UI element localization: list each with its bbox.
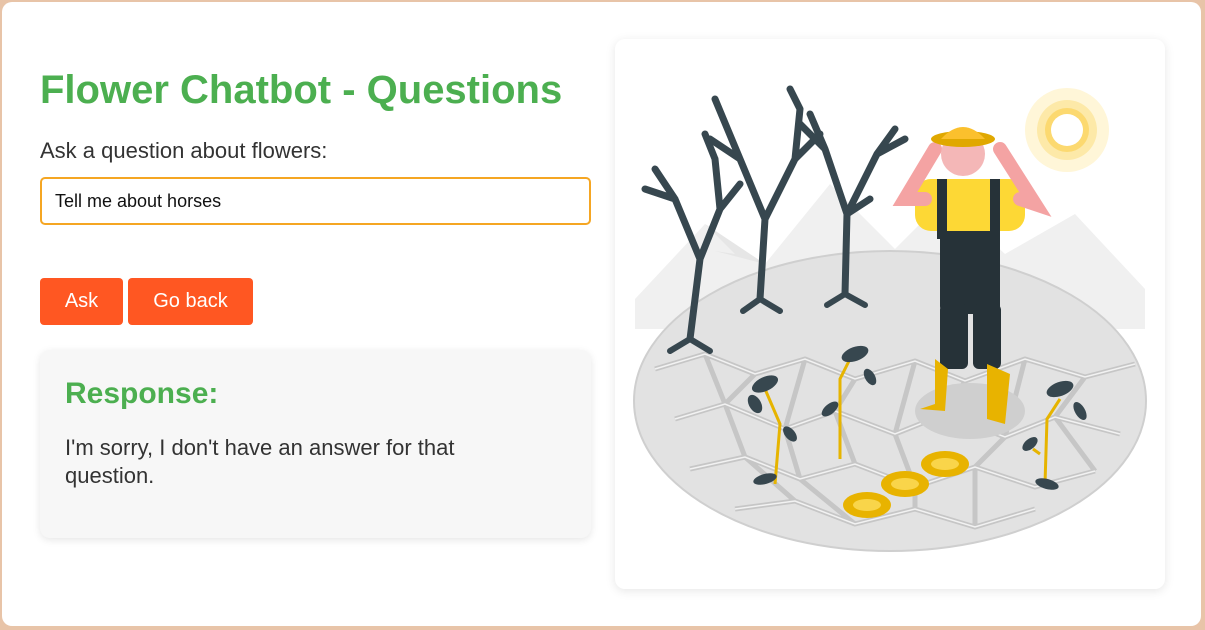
drought-illustration [615, 39, 1165, 589]
question-label: Ask a question about flowers: [40, 138, 328, 163]
ask-button[interactable]: Ask [40, 278, 123, 325]
main-card: Flower Chatbot - Questions Ask a questio… [2, 2, 1201, 626]
illustration-svg [633, 85, 1147, 552]
response-text: I'm sorry, I don't have an answer for th… [65, 435, 455, 488]
sun-icon [1025, 88, 1109, 172]
page-title: Flower Chatbot - Questions [40, 68, 563, 112]
go-back-button[interactable]: Go back [128, 278, 253, 325]
response-heading: Response: [65, 377, 219, 410]
question-input[interactable] [40, 177, 591, 225]
response-box: Response: I'm sorry, I don't have an ans… [40, 350, 591, 538]
